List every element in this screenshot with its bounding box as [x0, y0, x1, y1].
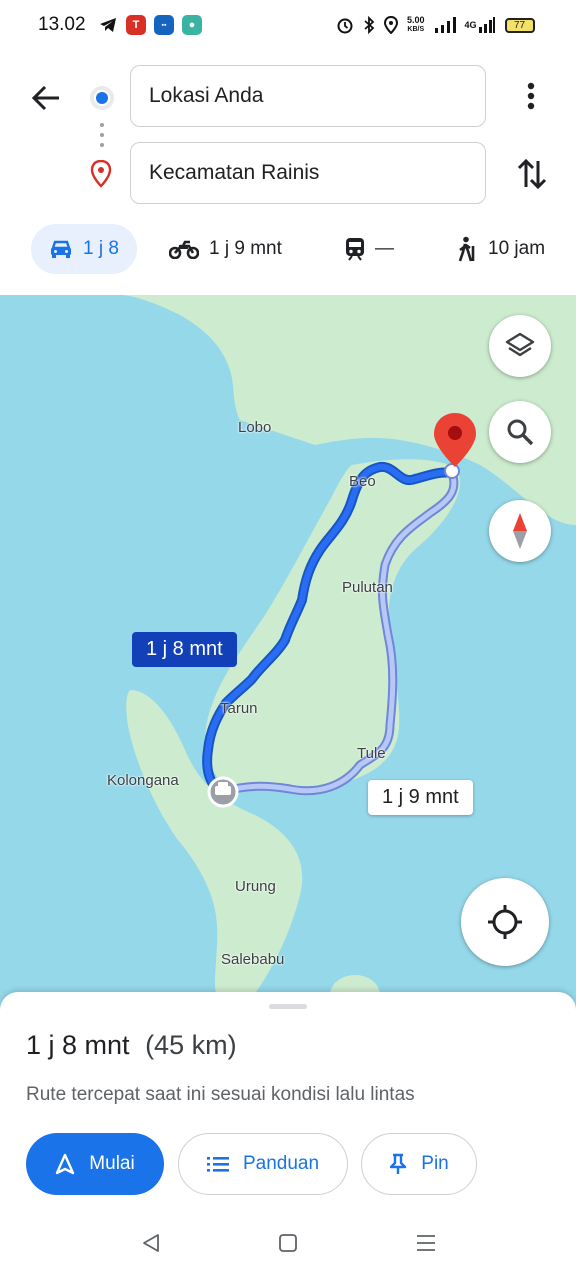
mode-transit-label: — [375, 238, 394, 259]
battery-level: 77 [513, 19, 526, 31]
route-description: Rute tercepat saat ini sesuai kondisi la… [26, 1084, 415, 1105]
signal-icon [434, 17, 456, 33]
app-notification-icon-2: ▪▪ [154, 15, 174, 35]
mode-car-tab[interactable]: 1 j 8 [31, 224, 137, 274]
route-primary-time: 1 j 8 mnt [146, 638, 223, 660]
route-duration: 1 j 8 mnt [26, 1030, 130, 1060]
start-label: Mulai [89, 1153, 135, 1174]
sheet-drag-handle[interactable] [269, 1004, 307, 1009]
place-label-lobo: Lobo [238, 419, 272, 436]
network-type: 4G [464, 20, 477, 30]
route-alt-time-callout[interactable]: 1 j 9 mnt [368, 780, 473, 815]
route-distance: (45 km) [145, 1030, 237, 1060]
train-icon [346, 238, 364, 261]
compass-button[interactable] [489, 500, 551, 562]
mode-car-label: 1 j 8 [83, 238, 119, 259]
signal-4g: 4G [465, 16, 496, 34]
steps-label: Panduan [242, 1153, 320, 1174]
place-label-salebabu: Salebabu [221, 951, 285, 968]
layers-icon [505, 332, 535, 357]
signal-icon-2 [478, 17, 495, 33]
hiking-icon [458, 236, 475, 262]
route-alt-time: 1 j 9 mnt [382, 786, 459, 808]
status-bar: 13.02 T ▪▪ ● 5.00 KB/S 4G 77 [0, 0, 576, 52]
mode-walk-label: 10 jam [488, 238, 546, 259]
origin-input[interactable]: Lokasi Anda [130, 65, 486, 127]
pin-icon [390, 1153, 407, 1174]
battery-icon: 77 [504, 17, 535, 33]
motorcycle-icon [169, 240, 199, 259]
place-label-beo: Beo [349, 473, 376, 490]
navigation-icon [56, 1153, 75, 1175]
steps-button[interactable]: Panduan [178, 1133, 348, 1195]
app-notification-icon: T [126, 15, 146, 35]
network-speed-unit: KB/S [407, 26, 425, 33]
location-icon [384, 16, 398, 34]
chat-app-icon: ● [182, 15, 202, 35]
layers-button[interactable] [489, 315, 551, 377]
network-speed: 5.00 KB/S [407, 16, 425, 34]
pin-button[interactable]: Pin [361, 1133, 477, 1195]
search-icon [507, 419, 534, 446]
mode-motorcycle-label: 1 j 9 mnt [209, 238, 282, 259]
route-summary: 1 j 8 mnt (45 km) [26, 1030, 237, 1061]
origin-text: Lokasi Anda [149, 84, 264, 107]
notification-icons: T ▪▪ ● [98, 14, 202, 36]
nav-back-button[interactable] [138, 1230, 164, 1256]
nav-home-button[interactable] [275, 1230, 301, 1256]
route-dots-icon [100, 123, 104, 147]
pin-label: Pin [421, 1153, 449, 1174]
back-button[interactable] [26, 78, 66, 118]
place-label-urung: Urung [235, 878, 276, 895]
destination-pin-icon [90, 160, 112, 188]
mode-walk-tab[interactable]: 10 jam [456, 224, 545, 274]
destination-end-marker [444, 463, 460, 479]
nav-recents-button[interactable] [413, 1230, 439, 1256]
place-label-tarun: Tarun [220, 700, 258, 717]
place-label-kolongana: Kolongana [107, 772, 179, 789]
my-location-icon [488, 905, 522, 939]
destination-text: Kecamatan Rainis [149, 161, 320, 184]
map-view[interactable]: Lobo Beo Pulutan Tarun Kolongana Tule Ur… [0, 295, 576, 1015]
route-primary-time-callout[interactable]: 1 j 8 mnt [132, 632, 237, 667]
land-north [0, 295, 576, 525]
land-main [205, 459, 460, 792]
place-label-pulutan: Pulutan [342, 579, 393, 596]
swap-vert-icon [517, 158, 547, 190]
more-options-button[interactable] [516, 78, 546, 114]
swap-button[interactable] [514, 154, 550, 194]
search-button[interactable] [489, 401, 551, 463]
alarm-icon [337, 18, 353, 34]
status-right-icons: 5.00 KB/S 4G 77 [336, 13, 535, 37]
square-home-icon [279, 1234, 297, 1252]
my-location-button[interactable] [461, 878, 549, 966]
mode-motorcycle-tab[interactable]: 1 j 9 mnt [169, 224, 282, 274]
arrow-left-icon [31, 85, 59, 111]
compass-icon [513, 513, 527, 549]
more-vert-icon [527, 82, 535, 110]
menu-recents-icon [417, 1235, 435, 1251]
destination-input[interactable]: Kecamatan Rainis [130, 142, 486, 204]
status-time: 13.02 [38, 14, 86, 35]
mode-transit-tab[interactable]: — [345, 224, 394, 274]
place-label-tule: Tule [357, 745, 386, 762]
list-icon [206, 1157, 229, 1172]
telegram-icon [100, 18, 116, 32]
car-icon [51, 240, 72, 258]
bluetooth-icon [364, 16, 375, 34]
start-button[interactable]: Mulai [26, 1133, 164, 1195]
origin-dot-icon [90, 86, 114, 110]
network-speed-value: 5.00 [407, 15, 425, 25]
triangle-back-icon [143, 1234, 159, 1252]
